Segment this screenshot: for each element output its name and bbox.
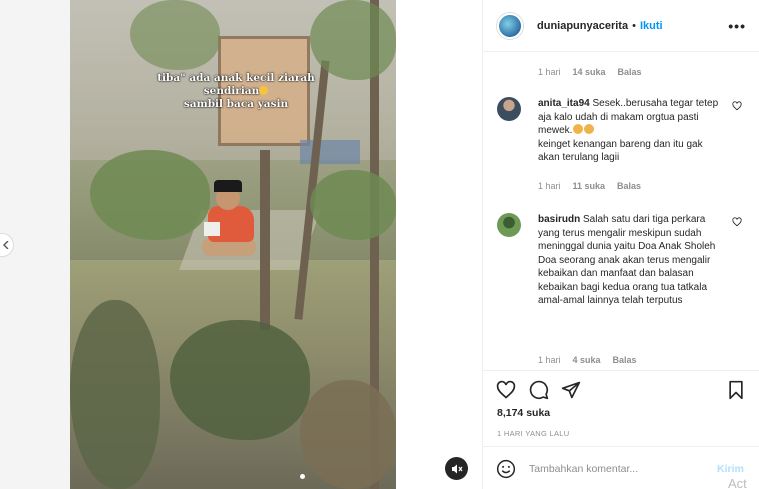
comment-meta: 1 hari 14 suka Balas bbox=[538, 67, 642, 77]
comment-text: basirudn Salah satu dari tiga perkara ya… bbox=[538, 213, 723, 308]
caption-line-tail: sambil baca yasin bbox=[183, 98, 289, 110]
heart-icon[interactable] bbox=[496, 380, 516, 400]
carousel-dots bbox=[300, 474, 305, 479]
comment-input[interactable] bbox=[529, 459, 699, 479]
reply-button[interactable]: Balas bbox=[617, 181, 641, 191]
plant-foliage bbox=[70, 300, 160, 489]
sad-emoji-icon bbox=[573, 124, 584, 134]
add-comment-bar: Kirim bbox=[483, 446, 759, 489]
comment-meta: 1 hari 11 suka Balas bbox=[538, 181, 641, 191]
grin-emoji-icon bbox=[259, 86, 269, 95]
plant-foliage bbox=[300, 380, 396, 489]
child-figure-cap bbox=[214, 180, 242, 192]
comment-body-continued: Doa seorang anak akan terus mengalir keb… bbox=[538, 254, 711, 307]
plant-foliage bbox=[310, 170, 396, 240]
follow-button[interactable]: Ikuti bbox=[640, 20, 663, 32]
video-scene-patch bbox=[300, 140, 360, 164]
mute-button[interactable] bbox=[445, 457, 468, 480]
post-sidebar: duniapunyacerita • Ikuti ••• 1 hari 14 s… bbox=[482, 0, 759, 489]
child-figure-book bbox=[204, 222, 220, 236]
speaker-muted-icon bbox=[451, 464, 462, 473]
more-options-icon[interactable]: ••• bbox=[728, 18, 746, 34]
heart-icon[interactable] bbox=[732, 217, 742, 227]
list-item: basirudn Salah satu dari tiga perkara ya… bbox=[497, 213, 747, 370]
caption-line-main: tiba" ada anak kecil ziarah sendirian bbox=[157, 72, 315, 97]
comment-time[interactable]: 1 hari bbox=[538, 67, 561, 77]
media-gutter bbox=[396, 0, 482, 489]
plant-foliage bbox=[310, 0, 396, 80]
header-separator: • bbox=[632, 19, 636, 32]
post-actions: 8,174 suka 1 HARI YANG LALU bbox=[483, 370, 759, 446]
video-caption-overlay: tiba" ada anak kecil ziarah sendirian sa… bbox=[156, 72, 316, 111]
comment-likes[interactable]: 14 suka bbox=[573, 67, 606, 77]
comment-text: anita_ita94 Sesek..berusaha tegar tetep … bbox=[538, 97, 723, 165]
comment-username[interactable]: anita_ita94 bbox=[538, 98, 590, 109]
comment-username[interactable]: basirudn bbox=[538, 214, 580, 225]
avatar[interactable] bbox=[497, 213, 521, 237]
plant-foliage bbox=[170, 320, 310, 440]
comment-likes[interactable]: 11 suka bbox=[573, 181, 606, 191]
list-item: anita_ita94 Sesek..berusaha tegar tetep … bbox=[497, 97, 747, 197]
heart-icon[interactable] bbox=[732, 101, 742, 111]
comment-meta: 1 hari 4 suka Balas bbox=[538, 355, 637, 365]
post-author-username[interactable]: duniapunyacerita bbox=[537, 20, 628, 32]
comment-likes[interactable]: 4 suka bbox=[573, 355, 601, 365]
tree-trunk bbox=[260, 150, 270, 330]
post-video[interactable]: tiba" ada anak kecil ziarah sendirian sa… bbox=[70, 0, 396, 489]
plant-foliage bbox=[130, 0, 220, 70]
comment-icon[interactable] bbox=[529, 380, 549, 400]
carousel-dot bbox=[300, 474, 305, 479]
reply-button[interactable]: Balas bbox=[618, 67, 642, 77]
smile-icon[interactable] bbox=[496, 459, 516, 479]
avatar[interactable] bbox=[497, 12, 523, 39]
avatar[interactable] bbox=[497, 97, 521, 121]
chevron-left-icon bbox=[3, 241, 9, 249]
comment-body-continued: keinget kenangan bareng dan itu gak akan… bbox=[538, 138, 703, 164]
post-header: duniapunyacerita • Ikuti ••• bbox=[483, 0, 759, 52]
watermark-text: Act bbox=[728, 476, 747, 489]
plant-foliage bbox=[90, 150, 210, 240]
comment-time[interactable]: 1 hari bbox=[538, 355, 561, 365]
share-icon[interactable] bbox=[561, 380, 581, 400]
bookmark-icon[interactable] bbox=[726, 380, 746, 400]
post-comment-button[interactable]: Kirim bbox=[717, 463, 744, 475]
sad-emoji-icon bbox=[584, 124, 595, 134]
post-timestamp[interactable]: 1 HARI YANG LALU bbox=[497, 429, 569, 438]
like-count[interactable]: 8,174 suka bbox=[497, 407, 550, 419]
comment-time[interactable]: 1 hari bbox=[538, 181, 561, 191]
comments-list[interactable]: 1 hari 14 suka Balas anita_ita94 Sesek..… bbox=[483, 52, 759, 370]
reply-button[interactable]: Balas bbox=[613, 355, 637, 365]
